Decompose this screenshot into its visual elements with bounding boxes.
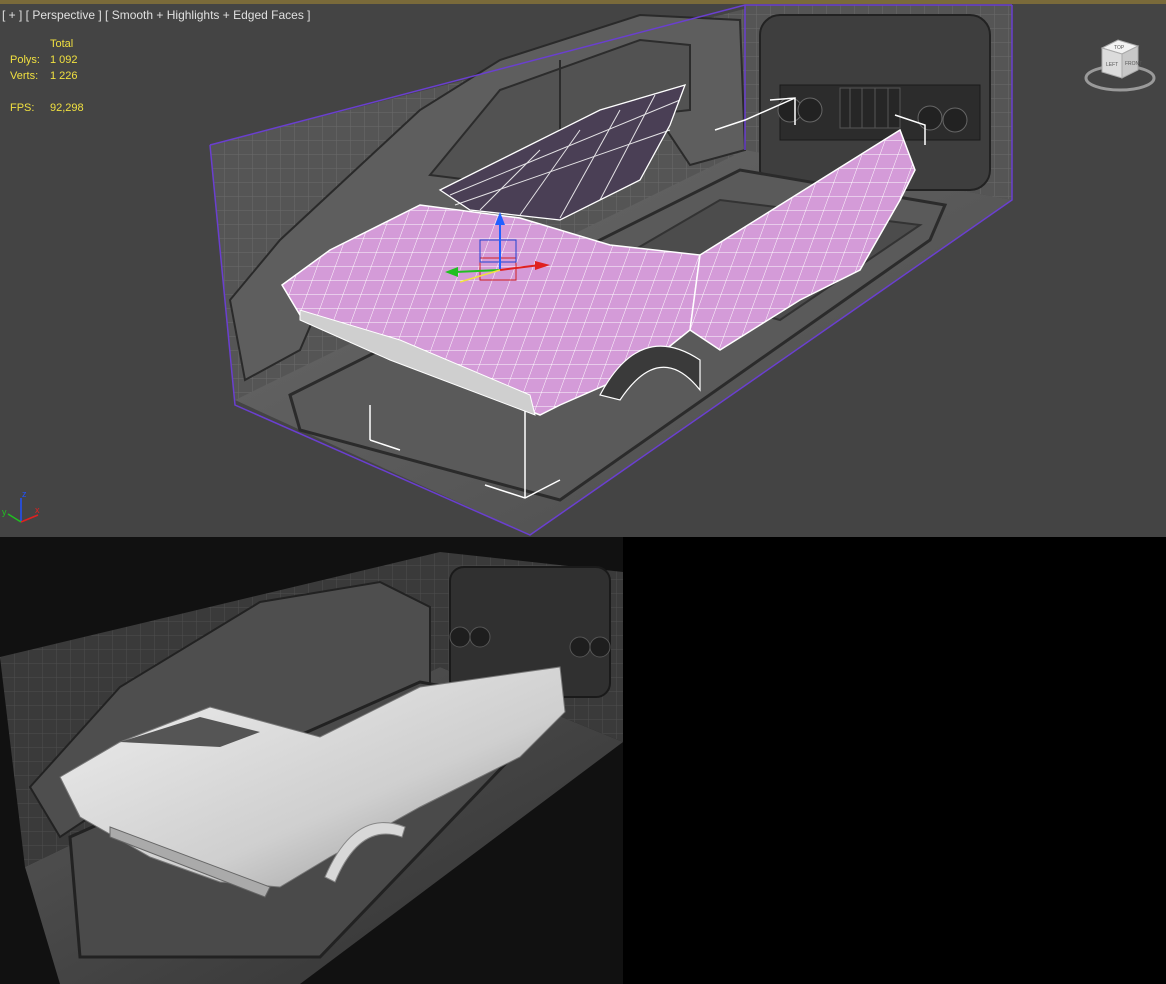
stats-header: Total (50, 38, 74, 50)
svg-text:TOP: TOP (1114, 45, 1125, 51)
svg-text:FRONT: FRONT (1125, 61, 1142, 67)
viewport-label[interactable]: [ + ] [ Perspective ] [ Smooth + Highlig… (2, 8, 311, 22)
polys-value: 1 092 (50, 54, 78, 66)
render-preview (0, 537, 623, 984)
verts-label: Verts: (10, 70, 39, 82)
svg-text:y: y (2, 507, 7, 517)
svg-text:z: z (22, 489, 27, 499)
empty-area (623, 537, 1166, 984)
svg-text:x: x (35, 505, 40, 515)
svg-text:LEFT: LEFT (1106, 62, 1118, 68)
fps-label: FPS: (10, 102, 35, 114)
viewcube-icon: TOP LEFT FRONT (1084, 39, 1156, 92)
axis-tripod-icon: z x y (2, 489, 40, 523)
viewport-scene[interactable]: z x y TOP LEFT FRONT (0, 0, 1166, 537)
render-scene (0, 552, 623, 984)
fps-value: 92,298 (50, 102, 84, 114)
verts-value: 1 226 (50, 70, 78, 82)
polys-label: Polys: (10, 54, 40, 66)
perspective-viewport[interactable]: z x y TOP LEFT FRONT [ + ] [ Perspective… (0, 0, 1166, 537)
